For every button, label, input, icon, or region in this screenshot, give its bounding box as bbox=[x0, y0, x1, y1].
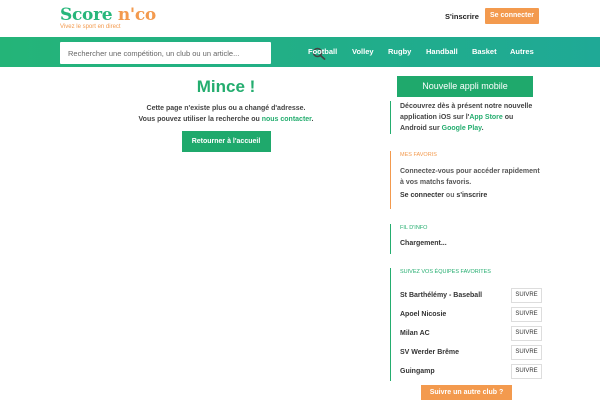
follow-button[interactable]: SUIVRE bbox=[511, 326, 542, 341]
follow-button[interactable]: SUIVRE bbox=[511, 364, 542, 379]
signup-link[interactable]: S'inscrire bbox=[440, 9, 484, 24]
login-button[interactable]: Se connecter bbox=[485, 8, 539, 24]
search-input[interactable] bbox=[68, 42, 248, 64]
team-row: SV Werder Brême SUIVRE bbox=[400, 343, 542, 362]
nav-item-volley[interactable]: Volley bbox=[352, 37, 388, 67]
mobile-app-text: Découvrez dès à présent notre nouvelle a… bbox=[390, 101, 540, 134]
error-message: Cette page n'existe plus ou a changé d'a… bbox=[130, 103, 322, 125]
feed-loading: Chargement... bbox=[400, 240, 447, 247]
logo-text: Score n'co bbox=[60, 6, 156, 24]
team-row: Guingamp SUIVRE bbox=[400, 362, 542, 381]
favorites-signup-link[interactable]: s'inscrire bbox=[456, 192, 487, 199]
teams-section: SUIVEZ VOS ÉQUIPES FAVORITES St Barthélé… bbox=[390, 268, 542, 381]
nav-item-autres[interactable]: Autres bbox=[510, 37, 540, 67]
nav-item-football[interactable]: Football bbox=[308, 37, 352, 67]
nav-item-basket[interactable]: Basket bbox=[472, 37, 510, 67]
sidebar: Nouvelle appli mobile Découvrez dès à pr… bbox=[390, 70, 542, 400]
error-line-1: Cette page n'existe plus ou a changé d'a… bbox=[146, 105, 306, 112]
team-name[interactable]: St Barthélémy - Baseball bbox=[400, 286, 482, 305]
favorites-section: MES FAVORIS Connectez-vous pour accéder … bbox=[390, 151, 540, 209]
logo-score: Score bbox=[60, 5, 113, 25]
logo-nco: n'co bbox=[117, 5, 156, 25]
team-row: Milan AC SUIVRE bbox=[400, 324, 542, 343]
follow-button[interactable]: SUIVRE bbox=[511, 288, 542, 303]
home-button[interactable]: Retourner à l'accueil bbox=[181, 131, 271, 152]
follow-button[interactable]: SUIVRE bbox=[511, 307, 542, 322]
team-name[interactable]: Apoel Nicosie bbox=[400, 305, 446, 324]
team-row: Apoel Nicosie SUIVRE bbox=[400, 305, 542, 324]
favorites-links: Se connecter ou s'inscrire bbox=[400, 190, 540, 201]
sport-nav: Football Volley Rugby Handball Basket Au… bbox=[308, 37, 540, 67]
teams-title: SUIVEZ VOS ÉQUIPES FAVORITES bbox=[400, 269, 491, 275]
page-title: Mince ! bbox=[196, 77, 256, 96]
site-logo[interactable]: Score n'co Vivez le sport en direct bbox=[60, 6, 156, 31]
app-text-end: . bbox=[481, 125, 484, 132]
team-row: St Barthélémy - Baseball SUIVRE bbox=[400, 286, 542, 305]
feed-section: FIL D'INFO Chargement... bbox=[390, 224, 540, 254]
google-play-link[interactable]: Google Play bbox=[442, 125, 482, 132]
app-store-link[interactable]: App Store bbox=[469, 114, 502, 121]
top-bar: Score n'co Vivez le sport en direct S'in… bbox=[0, 0, 600, 37]
favorites-title: MES FAVORIS bbox=[400, 152, 437, 158]
feed-title: FIL D'INFO bbox=[400, 225, 428, 231]
logo-tagline: Vivez le sport en direct bbox=[60, 24, 121, 30]
favorites-login-link[interactable]: Se connecter bbox=[400, 192, 444, 199]
error-line-2-end: . bbox=[311, 116, 314, 123]
contact-link[interactable]: nous contacter bbox=[262, 116, 312, 123]
team-name[interactable]: Guingamp bbox=[400, 362, 435, 381]
mobile-app-button[interactable]: Nouvelle appli mobile bbox=[397, 76, 533, 97]
team-name[interactable]: Milan AC bbox=[400, 324, 430, 343]
nav-item-handball[interactable]: Handball bbox=[426, 37, 472, 67]
search-box bbox=[60, 42, 326, 64]
follow-other-club-button[interactable]: Suivre un autre club ? bbox=[421, 385, 512, 400]
follow-button[interactable]: SUIVRE bbox=[511, 345, 542, 360]
nav-item-rugby[interactable]: Rugby bbox=[388, 37, 426, 67]
nav-bar: Football Volley Rugby Handball Basket Au… bbox=[0, 37, 600, 67]
team-name[interactable]: SV Werder Brême bbox=[400, 343, 459, 362]
error-line-2: Vous pouvez utiliser la recherche ou bbox=[138, 116, 262, 123]
favorites-text: Connectez-vous pour accéder rapidement à… bbox=[400, 168, 540, 186]
error-panel: Mince ! Cette page n'existe plus ou a ch… bbox=[130, 77, 322, 152]
favorites-or: ou bbox=[443, 192, 457, 199]
